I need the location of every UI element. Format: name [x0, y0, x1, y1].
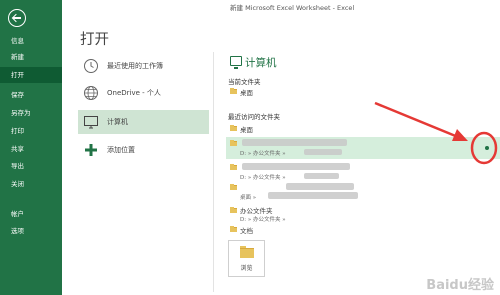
- browse-label: 浏览: [240, 265, 253, 272]
- blurred-folder-name: [242, 163, 350, 170]
- folder-path: D: » 办公文件夹 »: [240, 151, 286, 157]
- open-folder-icon: [240, 245, 254, 258]
- nav-item-new[interactable]: 新建: [0, 49, 62, 65]
- nav-item-save[interactable]: 保存: [0, 87, 62, 103]
- nav-item-account[interactable]: 帐户: [0, 206, 62, 222]
- nav-item-close[interactable]: 关闭: [0, 176, 62, 192]
- recent-folder-row[interactable]: 桌面 »: [226, 181, 500, 203]
- folder-path: D: » 办公文件夹 »: [240, 175, 286, 181]
- page-title: 打开: [80, 32, 109, 48]
- recent-folder-row[interactable]: D: » 办公文件夹 »: [226, 161, 500, 183]
- blurred-folder-name: [286, 183, 354, 190]
- folder-name: 桌面: [240, 89, 253, 97]
- column-divider: [213, 52, 214, 292]
- nav-item-options[interactable]: 选项: [0, 223, 62, 239]
- folder-icon: [230, 139, 237, 146]
- blurred-folder-path: [304, 173, 339, 179]
- folder-icon: [230, 124, 237, 131]
- blurred-folder-name: [242, 139, 347, 146]
- folder-path: D: » 办公文件夹 »: [240, 217, 286, 223]
- recent-folder-row[interactable]: D: » 办公文件夹 »: [226, 137, 500, 159]
- place-label: 计算机: [107, 118, 128, 126]
- blurred-folder-path: [304, 149, 342, 155]
- folder-path: 桌面 »: [240, 195, 257, 201]
- globe-icon: [84, 86, 98, 100]
- plus-icon: [85, 144, 97, 156]
- pin-icon[interactable]: [485, 146, 489, 150]
- recent-folder-row[interactable]: 桌面: [226, 122, 500, 134]
- panel-title: 计算机: [245, 57, 277, 69]
- folder-icon: [230, 163, 237, 170]
- blurred-folder-path: [268, 192, 358, 199]
- back-arrow-icon[interactable]: [8, 9, 26, 27]
- current-folder-item[interactable]: 桌面: [226, 85, 500, 97]
- place-onedrive[interactable]: OneDrive - 个人: [78, 81, 209, 105]
- folder-name: 桌面: [240, 126, 253, 134]
- nav-item-export[interactable]: 导出: [0, 158, 62, 174]
- place-computer[interactable]: 计算机: [78, 110, 209, 134]
- nav-item-share[interactable]: 共享: [0, 141, 62, 157]
- place-label: OneDrive - 个人: [107, 89, 161, 97]
- folder-icon: [230, 225, 237, 232]
- place-add-location[interactable]: 添加位置: [78, 138, 209, 162]
- nav-item-info[interactable]: 信息: [0, 33, 62, 49]
- folder-name: 办公文件夹: [240, 207, 273, 215]
- nav-item-open[interactable]: 打开: [0, 67, 62, 83]
- browse-button[interactable]: 浏览: [228, 240, 265, 277]
- nav-item-print[interactable]: 打印: [0, 123, 62, 139]
- recent-folder-row[interactable]: 文档: [226, 223, 500, 235]
- clock-icon: [84, 59, 98, 73]
- computer-icon: [230, 56, 242, 69]
- place-label: 添加位置: [107, 146, 135, 154]
- place-recent-workbooks[interactable]: 最近使用的工作簿: [78, 54, 209, 78]
- watermark: Baidu经验: [426, 278, 494, 293]
- backstage-nav: 信息 新建 打开 保存 另存为 打印 共享 导出 关闭 帐户 选项: [0, 0, 62, 295]
- folder-icon: [230, 183, 237, 190]
- nav-item-save-as[interactable]: 另存为: [0, 105, 62, 121]
- window-title: 新建 Microsoft Excel Worksheet - Excel: [230, 4, 355, 12]
- computer-icon: [84, 116, 98, 129]
- place-label: 最近使用的工作簿: [107, 62, 163, 70]
- folder-icon: [230, 87, 237, 94]
- recent-folders-header: 最近访问的文件夹: [228, 113, 280, 121]
- folder-icon: [230, 206, 237, 213]
- folder-name: 文档: [240, 227, 253, 235]
